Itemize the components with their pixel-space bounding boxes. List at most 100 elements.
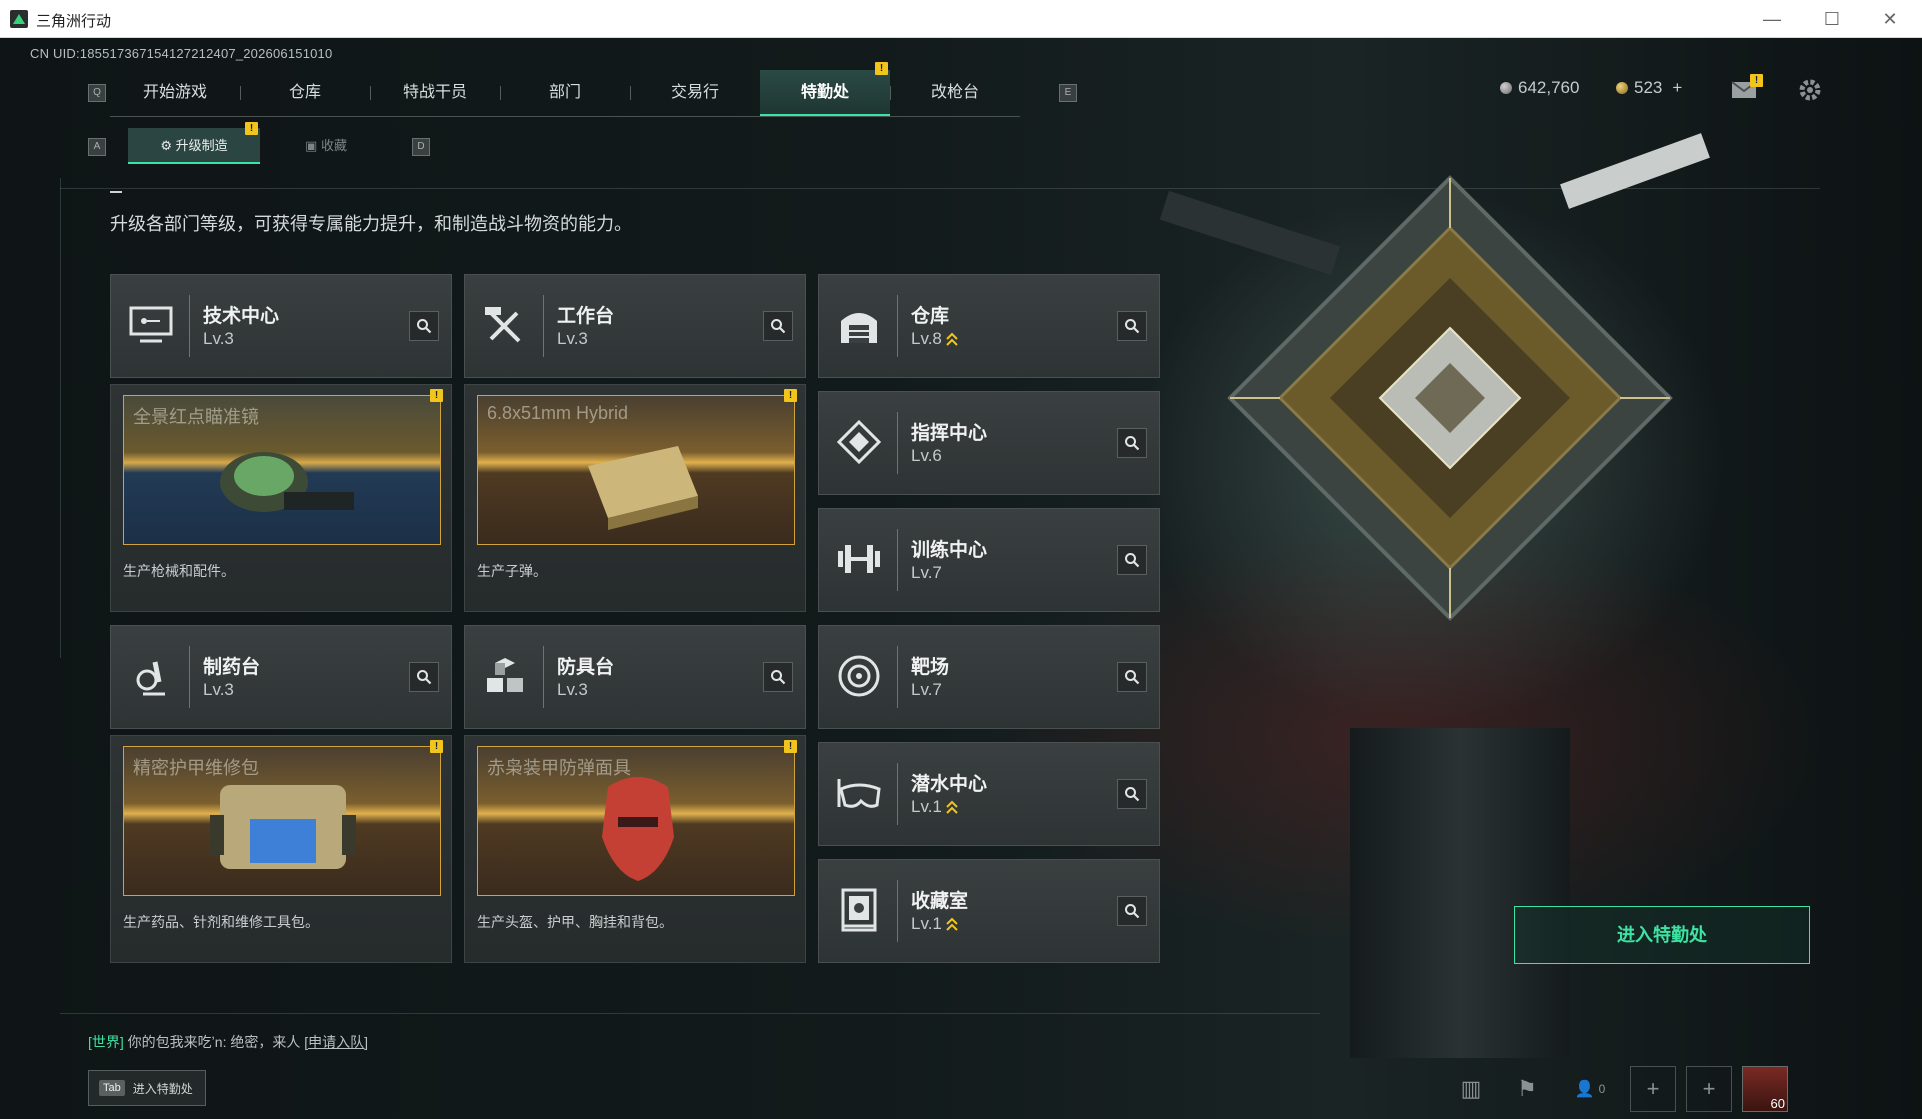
dept-level: Lv.1	[911, 797, 958, 817]
notification-badge: !	[784, 740, 797, 753]
flag-button[interactable]: ⚑	[1504, 1066, 1550, 1112]
inspect-button[interactable]	[1117, 779, 1147, 809]
production-card-weapons[interactable]: 全景红点瞄准镜 ! 生产枪械和配件。	[110, 384, 452, 612]
production-card-medical[interactable]: 精密护甲维修包 ! 生产药品、针剂和维修工具包。	[110, 735, 452, 963]
dept-level: Lv.3	[557, 680, 588, 700]
frame-line	[60, 178, 61, 658]
subtab-upgrade-label: 升级制造	[175, 138, 228, 153]
search-icon	[417, 670, 432, 685]
scan-line	[60, 1013, 1320, 1014]
dept-card-pharmacy[interactable]: 制药台 Lv.3	[110, 625, 452, 729]
divider-tick	[110, 191, 122, 193]
avatar[interactable]: 60	[1742, 1066, 1788, 1112]
friends-button[interactable]: 👤 0	[1560, 1066, 1620, 1112]
maximize-button[interactable]: ☐	[1812, 6, 1852, 32]
search-icon	[771, 319, 786, 334]
search-icon	[417, 319, 432, 334]
dept-level-value: Lv.3	[203, 680, 234, 699]
card-divider	[897, 412, 898, 474]
subnav-prev-key: A	[88, 138, 106, 156]
inspect-button[interactable]	[409, 662, 439, 692]
nav-prev-key: Q	[88, 84, 106, 102]
friends-count: 0	[1598, 1082, 1606, 1096]
dept-card-diving-center[interactable]: 潜水中心 Lv.1	[818, 742, 1160, 846]
dept-level: Lv.3	[203, 680, 234, 700]
dept-card-warehouse[interactable]: 仓库 Lv.8	[818, 274, 1160, 378]
inspect-button[interactable]	[1117, 428, 1147, 458]
search-icon	[1125, 787, 1140, 802]
bar-chart-icon: ▥	[1460, 1076, 1482, 1101]
notification-badge: !	[875, 62, 888, 75]
inspect-button[interactable]	[409, 311, 439, 341]
stats-button[interactable]: ▥	[1448, 1066, 1494, 1112]
inspect-button[interactable]	[1117, 545, 1147, 575]
inspect-button[interactable]	[1117, 662, 1147, 692]
dept-card-shooting-range[interactable]: 靶场 Lv.7	[818, 625, 1160, 729]
close-button[interactable]: ✕	[1870, 6, 1910, 32]
upgrade-arrow-icon	[946, 916, 958, 932]
tab-special-ops[interactable]: 特勤处 !	[760, 62, 890, 116]
flag-icon: ⚑	[1517, 1076, 1537, 1101]
dept-level-value: Lv.3	[557, 680, 588, 699]
pillar	[1350, 728, 1570, 1058]
dept-name: 训练中心	[911, 540, 988, 561]
dept-card-workbench[interactable]: 工作台 Lv.3	[464, 274, 806, 378]
minimize-button[interactable]: —	[1752, 6, 1792, 32]
tab-departments[interactable]: 部门	[500, 70, 630, 116]
dept-level: Lv.1	[911, 914, 958, 934]
silver-amount: 642,760	[1518, 78, 1580, 97]
join-team-link[interactable]: [申请入队]	[304, 1034, 368, 1050]
dept-level-value: Lv.7	[911, 563, 942, 582]
dept-level-value: Lv.7	[911, 680, 942, 699]
dept-name: 仓库	[911, 306, 950, 327]
enter-special-ops-button[interactable]: 进入特勤处	[1514, 906, 1810, 964]
product-name: 精密护甲维修包	[133, 758, 259, 778]
dept-card-collection-room[interactable]: 收藏室 Lv.1	[818, 859, 1160, 963]
dept-name: 制药台	[203, 657, 261, 678]
production-card-armor[interactable]: 赤枭装甲防弹面具 ! 生产头盔、护甲、胸挂和背包。	[464, 735, 806, 963]
dept-level: Lv.8	[911, 329, 958, 349]
settings-button[interactable]	[1798, 78, 1822, 102]
tab-warehouse[interactable]: 仓库	[240, 70, 370, 116]
search-icon	[771, 670, 786, 685]
dept-name: 指挥中心	[911, 423, 988, 444]
dept-name: 技术中心	[203, 306, 280, 327]
tab-shortcut-button[interactable]: Tab 进入特勤处	[88, 1070, 206, 1106]
inspect-button[interactable]	[763, 311, 793, 341]
mail-button[interactable]: !	[1730, 74, 1763, 100]
collection-icon: ▣	[305, 138, 321, 153]
tools-icon	[475, 295, 535, 355]
search-icon	[1125, 436, 1140, 451]
add-gold-button[interactable]: +	[1672, 78, 1682, 98]
add-slot-button[interactable]: +	[1630, 1066, 1676, 1112]
tab-trading[interactable]: 交易行	[630, 70, 760, 116]
subtab-upgrade[interactable]: ⚙ 升级制造 !	[128, 122, 260, 164]
add-slot-button[interactable]: +	[1686, 1066, 1732, 1112]
page-description: 升级各部门等级，可获得专属能力提升，和制造战斗物资的能力。	[110, 214, 632, 234]
mail-badge: !	[1750, 74, 1763, 87]
subtab-collection[interactable]: ▣ 收藏	[260, 128, 392, 164]
dept-level-value: Lv.1	[911, 797, 942, 816]
dept-level-value: Lv.1	[911, 914, 942, 933]
dept-name: 工作台	[557, 306, 615, 327]
subtab-collection-label: 收藏	[320, 138, 347, 153]
inspect-button[interactable]	[1117, 311, 1147, 341]
inspect-button[interactable]	[1117, 896, 1147, 926]
dept-card-training-center[interactable]: 训练中心 Lv.7	[818, 508, 1160, 612]
gold-amount: 523	[1634, 78, 1663, 97]
dept-name: 防具台	[557, 657, 615, 678]
search-icon	[1125, 553, 1140, 568]
chat-message: [世界] 你的包我来吃ʼn: 绝密，来人 [申请入队]	[88, 1032, 368, 1052]
dept-card-tech-center[interactable]: 技术中心 Lv.3	[110, 274, 452, 378]
production-card-ammo[interactable]: 6.8x51mm Hybrid ! 生产子弹。	[464, 384, 806, 612]
tab-start-game[interactable]: 开始游戏	[110, 70, 240, 116]
dept-card-command-center[interactable]: 指挥中心 Lv.6	[818, 391, 1160, 495]
tab-operators[interactable]: 特战干员	[370, 70, 500, 116]
tab-gunsmith[interactable]: 改枪台	[890, 70, 1020, 116]
production-description: 生产子弹。	[477, 563, 547, 579]
inspect-button[interactable]	[763, 662, 793, 692]
notification-badge: !	[430, 740, 443, 753]
bottom-toolbar: ▥ ⚑ 👤 0 + + 60	[1448, 1066, 1798, 1112]
app-logo-icon	[10, 10, 28, 28]
dept-card-armor-bench[interactable]: 防具台 Lv.3	[464, 625, 806, 729]
